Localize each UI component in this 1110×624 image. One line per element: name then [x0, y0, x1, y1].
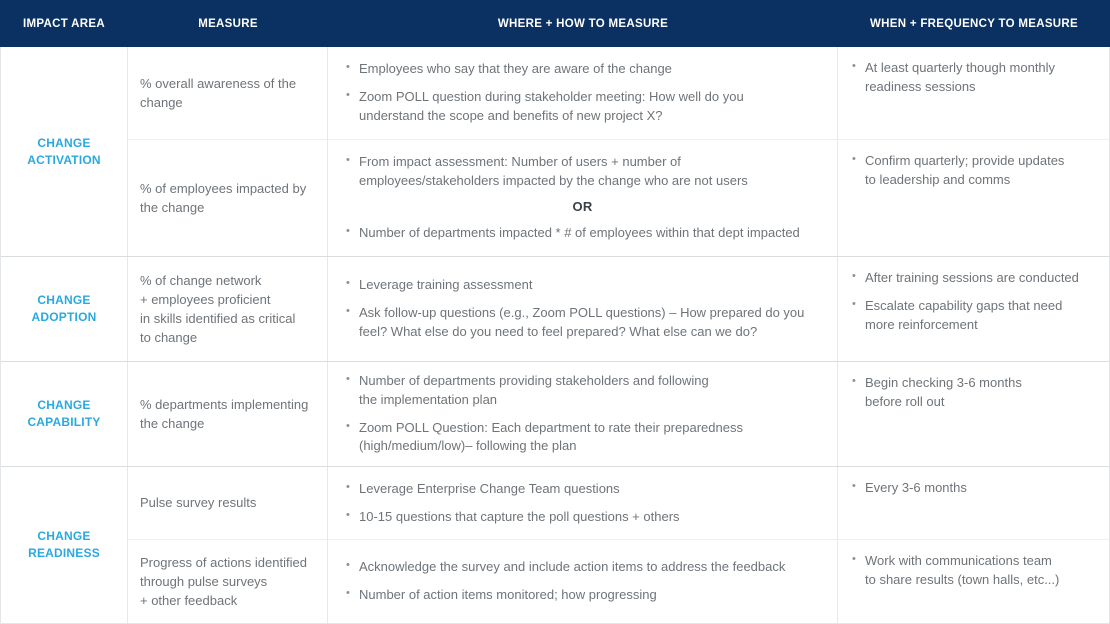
table-subrow: Progress of actions identified through p…: [128, 540, 1109, 623]
where-bullet-list: Employees who say that they are aware of…: [344, 59, 821, 126]
bullet-item: 10-15 questions that capture the poll qu…: [344, 507, 821, 527]
when-frequency-cell: Work with communications team to share r…: [838, 540, 1109, 623]
table-row: CHANGE CAPABILITY % departments implement…: [1, 362, 1109, 467]
measure-cell: % of employees impacted by the change: [128, 140, 328, 256]
where-bullet-list: Number of departments providing stakehol…: [344, 371, 821, 457]
subrow-group: % overall awareness of the change Employe…: [128, 47, 1109, 256]
or-separator: OR: [572, 198, 593, 214]
when-bullet-list: Work with communications team to share r…: [850, 551, 1095, 590]
when-bullet-list: After training sessions are conducted Esc…: [850, 268, 1095, 335]
bullet-item: Employees who say that they are aware of…: [344, 59, 821, 79]
when-bullet-list: Every 3-6 months: [850, 478, 1095, 498]
impact-area-label: CHANGE ACTIVATION: [27, 135, 101, 167]
measure-text: % departments implementing the change: [140, 396, 309, 431]
measure-text: % overall awareness of the change: [140, 75, 297, 110]
bullet-item: Number of departments providing stakehol…: [344, 371, 821, 410]
bullet-item: Confirm quarterly; provide updates to le…: [850, 151, 1095, 190]
bullet-item: At least quarterly though monthly readin…: [850, 58, 1095, 97]
where-bullet-list-after-or: Number of departments impacted * # of em…: [344, 223, 821, 243]
bullet-item: Work with communications team to share r…: [850, 551, 1095, 590]
where-how-cell: Leverage Enterprise Change Team question…: [328, 467, 838, 540]
when-bullet-list: Confirm quarterly; provide updates to le…: [850, 151, 1095, 190]
when-bullet-list: At least quarterly though monthly readin…: [850, 58, 1095, 97]
when-frequency-cell: Confirm quarterly; provide updates to le…: [838, 140, 1109, 256]
table-subrow: % of employees impacted by the change Fro…: [128, 140, 1109, 256]
bullet-item: Ask follow-up questions (e.g., Zoom POLL…: [344, 303, 821, 342]
bullet-item: Leverage Enterprise Change Team question…: [344, 479, 821, 499]
where-how-cell: Number of departments providing stakehol…: [328, 362, 838, 466]
impact-area-cell: CHANGE ADOPTION: [1, 257, 128, 361]
when-frequency-cell: Begin checking 3-6 months before roll ou…: [838, 362, 1109, 466]
where-bullet-list: From impact assessment: Number of users …: [344, 152, 821, 191]
column-header-impact-area: IMPACT AREA: [23, 17, 105, 30]
column-header-when-frequency: WHEN + FREQUENCY TO MEASURE: [870, 17, 1078, 30]
bullet-item: Leverage training assessment: [344, 275, 821, 295]
bullet-item: Number of action items monitored; how pr…: [344, 585, 821, 605]
table-header-row: IMPACT AREA MEASURE WHERE + HOW TO MEASU…: [0, 0, 1110, 47]
when-frequency-cell: Every 3-6 months: [838, 467, 1109, 539]
where-how-cell: Employees who say that they are aware of…: [328, 47, 838, 139]
where-bullet-list: Leverage Enterprise Change Team question…: [344, 479, 821, 527]
impact-area-cell: CHANGE READINESS: [1, 467, 128, 623]
where-how-cell: Leverage training assessment Ask follow-u…: [328, 257, 838, 361]
bullet-item: Every 3-6 months: [850, 478, 1095, 498]
measure-cell: % of change network + employees proficie…: [128, 257, 328, 361]
bullet-item: After training sessions are conducted: [850, 268, 1095, 288]
when-frequency-cell: After training sessions are conducted Esc…: [838, 257, 1109, 361]
where-bullet-list: Acknowledge the survey and include actio…: [344, 557, 821, 605]
measure-cell: % overall awareness of the change: [128, 47, 328, 139]
subrow-group: Pulse survey results Leverage Enterprise …: [128, 467, 1109, 623]
column-header-where-how: WHERE + HOW TO MEASURE: [497, 17, 669, 30]
impact-area-label: CHANGE ADOPTION: [31, 293, 97, 324]
table-body: CHANGE ACTIVATION % overall awareness of …: [0, 47, 1110, 624]
measure-text: % of change network + employees proficie…: [140, 272, 296, 346]
impact-area-label: CHANGE READINESS: [28, 529, 100, 560]
measure-cell: % departments implementing the change: [128, 362, 328, 466]
measure-text: Pulse survey results: [140, 495, 257, 511]
measure-cell: Progress of actions identified through p…: [128, 540, 328, 623]
bullet-item: Escalate capability gaps that need more …: [850, 296, 1095, 335]
measure-cell: Pulse survey results: [128, 467, 328, 540]
bullet-item: Begin checking 3-6 months before roll ou…: [850, 373, 1095, 412]
table-subrow: % departments implementing the change Num…: [128, 362, 1109, 466]
bullet-item: From impact assessment: Number of users …: [344, 152, 821, 191]
impact-area-cell: CHANGE ACTIVATION: [1, 47, 128, 256]
bullet-item: Number of departments impacted * # of em…: [344, 223, 821, 243]
measure-text: % of employees impacted by the change: [140, 180, 307, 215]
table-row: CHANGE ADOPTION % of change network + emp…: [1, 257, 1109, 362]
impact-area-label: CHANGE CAPABILITY: [27, 398, 101, 429]
when-frequency-cell: At least quarterly though monthly readin…: [838, 47, 1109, 139]
table-row: CHANGE READINESS Pulse survey results Leve…: [1, 467, 1109, 623]
table-subrow: % overall awareness of the change Employe…: [128, 47, 1109, 140]
bullet-item: Zoom POLL Question: Each department to r…: [344, 418, 821, 457]
subrow-group: % departments implementing the change Num…: [128, 362, 1109, 466]
table-subrow: Pulse survey results Leverage Enterprise …: [128, 467, 1109, 541]
where-how-cell: Acknowledge the survey and include actio…: [328, 540, 838, 623]
bullet-item: Zoom POLL question during stakeholder me…: [344, 87, 821, 126]
where-bullet-list: Leverage training assessment Ask follow-u…: [344, 275, 821, 342]
where-how-cell: From impact assessment: Number of users …: [328, 140, 838, 256]
table-subrow: % of change network + employees proficie…: [128, 257, 1109, 361]
when-bullet-list: Begin checking 3-6 months before roll ou…: [850, 373, 1095, 412]
measure-text: Progress of actions identified through p…: [140, 554, 307, 609]
bullet-item: Acknowledge the survey and include actio…: [344, 557, 821, 577]
impact-area-cell: CHANGE CAPABILITY: [1, 362, 128, 466]
subrow-group: % of change network + employees proficie…: [128, 257, 1109, 361]
measurement-framework-table: IMPACT AREA MEASURE WHERE + HOW TO MEASU…: [0, 0, 1110, 624]
column-header-measure: MEASURE: [198, 17, 258, 30]
table-row: CHANGE ACTIVATION % overall awareness of …: [1, 47, 1109, 257]
